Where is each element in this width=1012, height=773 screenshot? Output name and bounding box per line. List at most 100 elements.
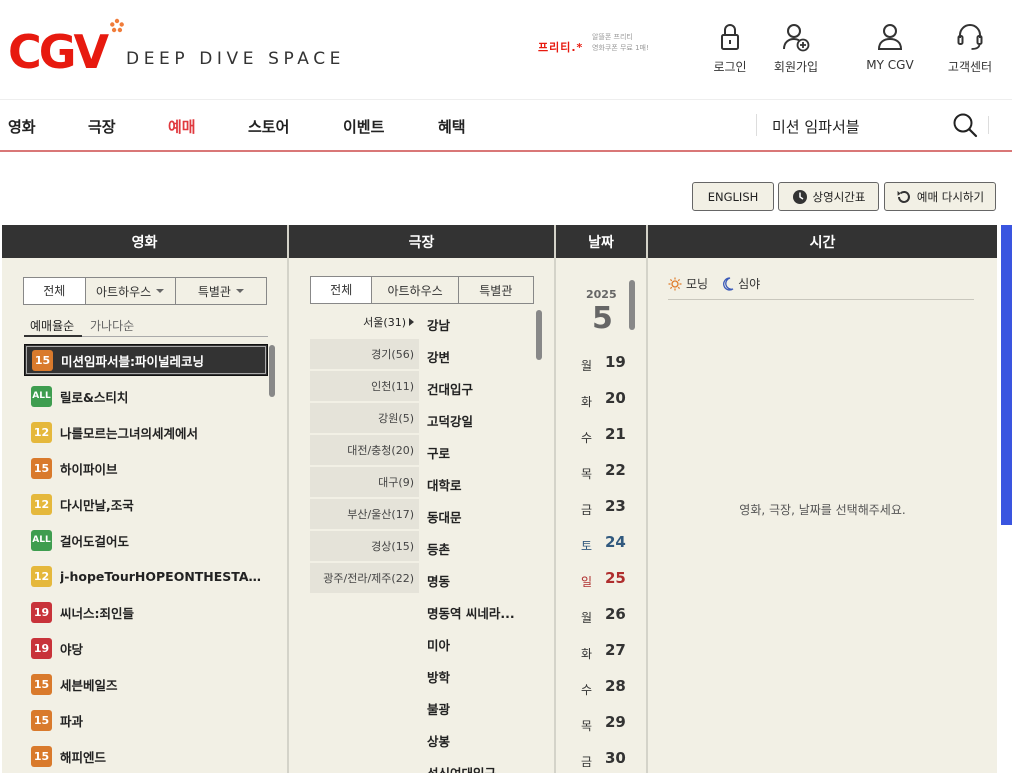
tab-theater-all[interactable]: 전체 <box>311 277 372 303</box>
region-item[interactable]: 부산/울산(17) <box>310 499 419 529</box>
sort-by-name[interactable]: 가나다순 <box>90 317 134 334</box>
region-item[interactable]: 서울(31) <box>310 307 419 337</box>
date-item[interactable]: 일 25 <box>581 569 641 593</box>
age-rating-badge: 19 <box>31 637 52 659</box>
date-item[interactable]: 수 21 <box>581 425 641 449</box>
age-rating-badge: 12 <box>31 493 52 515</box>
search-input[interactable]: 미션 임파서블 <box>772 116 860 137</box>
age-rating-badge: 12 <box>31 565 52 587</box>
theater-list-scrollbar[interactable] <box>536 310 542 360</box>
theater-item[interactable]: 방학 <box>427 667 450 686</box>
age-rating-badge: 15 <box>31 709 52 731</box>
tab-movie-arthouse-label: 아트하우스 <box>96 284 152 299</box>
theater-item[interactable]: 등촌 <box>427 539 450 558</box>
theater-item[interactable]: 성신여대입구 <box>427 763 496 773</box>
day-of-week: 화 <box>581 647 593 661</box>
tab-movie-all[interactable]: 전체 <box>24 278 85 304</box>
movie-list-item[interactable]: 15 세븐베일즈 <box>24 668 268 700</box>
date-list-scrollbar[interactable] <box>629 280 635 330</box>
time-legend-divider <box>668 299 974 300</box>
date-item[interactable]: 화 20 <box>581 389 641 413</box>
region-item[interactable]: 대전/충청(20) <box>310 435 419 465</box>
date-item[interactable]: 월 26 <box>581 605 641 629</box>
schedule-button[interactable]: 상영시간표 <box>778 182 879 211</box>
nav-item-movie[interactable]: 영화 <box>8 116 36 137</box>
morning-label: 모닝 <box>686 277 709 291</box>
login-link[interactable]: 로그인 <box>695 22 765 75</box>
promo-line1: 알뜰폰 프리티 <box>592 33 633 41</box>
movie-list-item[interactable]: 15 해피엔드 <box>24 740 268 772</box>
theater-item[interactable]: 강변 <box>427 347 450 366</box>
movie-list-item[interactable]: ALL 걸어도걸어도 <box>24 524 268 556</box>
region-item[interactable]: 경기(56) <box>310 339 419 369</box>
date-item[interactable]: 수 28 <box>581 677 641 701</box>
date-item[interactable]: 금 30 <box>581 749 641 773</box>
signup-label: 회원가입 <box>773 60 819 74</box>
region-label: 대구(9) <box>378 476 414 489</box>
reset-booking-button[interactable]: 예매 다시하기 <box>884 182 996 211</box>
theater-item[interactable]: 미아 <box>427 635 450 654</box>
side-scroll-indicator[interactable] <box>1001 225 1012 525</box>
tab-movie-special[interactable]: 특별관 <box>174 278 266 304</box>
nav-item-benefit[interactable]: 혜택 <box>438 116 466 137</box>
theater-item[interactable]: 상봉 <box>427 731 450 750</box>
movie-list-item[interactable]: 19 야당 <box>24 632 268 664</box>
movie-list-item[interactable]: 15 미션임파서블:파이널레코닝 <box>24 344 268 376</box>
signup-link[interactable]: 회원가입 <box>761 22 831 75</box>
mycgv-link[interactable]: MY CGV <box>855 22 925 72</box>
movie-list-scrollbar[interactable] <box>269 345 275 397</box>
theater-item[interactable]: 고덕강일 <box>427 411 473 430</box>
movie-list-item[interactable]: 15 파과 <box>24 704 268 736</box>
age-rating-badge: 15 <box>31 745 52 767</box>
movie-list-item[interactable]: 12 나를모르는그녀의세계에서 <box>24 416 268 448</box>
morning-legend: 모닝 <box>668 275 708 292</box>
region-label: 경상(15) <box>371 540 414 553</box>
date-item[interactable]: 토 24 <box>581 533 641 557</box>
movie-column: 영화 전체 아트하우스 특별관 예매율순 가나다순 15 미션임파서블:파이널레코… <box>2 225 287 773</box>
movie-list-item[interactable]: 12 다시만날,조국 <box>24 488 268 520</box>
theater-item[interactable]: 명동역 씨네라... <box>427 603 515 622</box>
cgv-logo[interactable]: CGV <box>8 18 128 74</box>
theater-item[interactable]: 동대문 <box>427 507 462 526</box>
movie-title: 파과 <box>60 713 84 729</box>
theater-item[interactable]: 명동 <box>427 571 450 590</box>
movie-list-item[interactable]: ALL 릴로&스티치 <box>24 380 268 412</box>
theater-item[interactable]: 건대입구 <box>427 379 473 398</box>
nav-item-booking[interactable]: 예매 <box>168 116 196 137</box>
svg-text:CGV: CGV <box>8 25 110 74</box>
region-item[interactable]: 인천(11) <box>310 371 419 401</box>
user-plus-icon <box>783 24 810 52</box>
nav-item-event[interactable]: 이벤트 <box>343 116 384 137</box>
region-item[interactable]: 광주/전라/제주(22) <box>310 563 419 593</box>
tab-theater-arthouse[interactable]: 아트하우스 <box>371 277 457 303</box>
movie-list-item[interactable]: 15 하이파이브 <box>24 452 268 484</box>
date-item[interactable]: 목 29 <box>581 713 641 737</box>
nav-item-theater[interactable]: 극장 <box>88 116 116 137</box>
search-icon[interactable] <box>952 112 978 138</box>
theater-item[interactable]: 구로 <box>427 443 450 462</box>
date-item[interactable]: 금 23 <box>581 497 641 521</box>
movie-list-item[interactable]: 12 j-hopeTourHOPEONTHESTAGEinJ... <box>24 560 268 592</box>
nav-item-store[interactable]: 스토어 <box>248 116 289 137</box>
tab-movie-arthouse[interactable]: 아트하우스 <box>84 278 175 304</box>
english-button[interactable]: ENGLISH <box>692 182 774 211</box>
sort-by-booking-rate[interactable]: 예매율순 <box>30 317 74 334</box>
day-number: 29 <box>605 713 626 731</box>
tab-theater-special[interactable]: 특별관 <box>457 277 533 303</box>
day-of-week: 금 <box>581 755 593 769</box>
region-item[interactable]: 경상(15) <box>310 531 419 561</box>
region-item[interactable]: 대구(9) <box>310 467 419 497</box>
date-item[interactable]: 월 19 <box>581 353 641 377</box>
headset-icon <box>957 24 983 50</box>
customer-center-link[interactable]: 고객센터 <box>935 22 1005 75</box>
movie-title: 걸어도걸어도 <box>60 533 130 549</box>
site-header: CGV DEEP DIVE SPACE 프리티.* 알뜰폰 프리티 영화쿠폰 무… <box>0 0 1012 100</box>
day-number: 30 <box>605 749 626 767</box>
region-item[interactable]: 강원(5) <box>310 403 419 433</box>
theater-item[interactable]: 대학로 <box>427 475 462 494</box>
date-item[interactable]: 목 22 <box>581 461 641 485</box>
theater-item[interactable]: 불광 <box>427 699 450 718</box>
movie-list-item[interactable]: 19 씨너스:죄인들 <box>24 596 268 628</box>
theater-item[interactable]: 강남 <box>427 315 450 334</box>
date-item[interactable]: 화 27 <box>581 641 641 665</box>
